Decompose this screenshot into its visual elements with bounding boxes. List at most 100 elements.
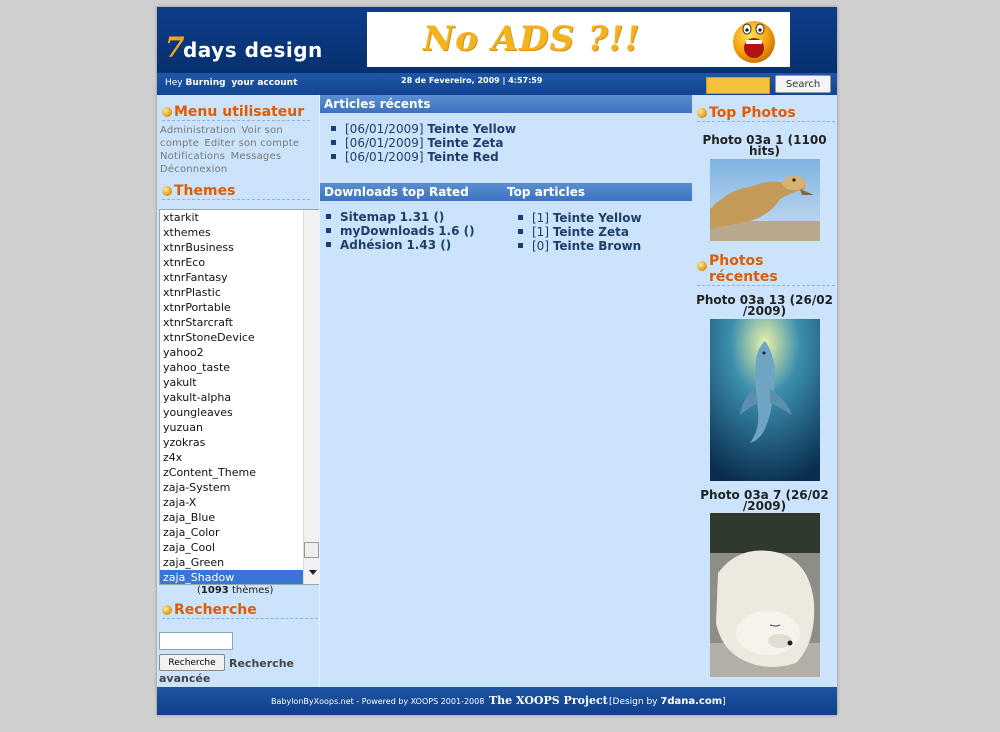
theme-option[interactable]: xtnrBusiness	[160, 240, 320, 255]
design-prefix: [Design by	[609, 697, 658, 707]
username: Burning	[185, 78, 226, 88]
account-link[interactable]: your account	[231, 78, 297, 88]
theme-option[interactable]: yuzuan	[160, 420, 320, 435]
list-item[interactable]: [1] Teinte Zeta	[518, 225, 642, 239]
site-logo[interactable]: 7days design	[165, 31, 323, 64]
usermenu-item-messages[interactable]: Messages	[231, 151, 282, 162]
xoops-project-link[interactable]: The XOOPS Project	[489, 694, 608, 707]
square-bullet-icon	[331, 140, 336, 145]
square-bullet-icon	[331, 154, 336, 159]
theme-option[interactable]: zaja_Color	[160, 525, 320, 540]
article-link[interactable]: Teinte Red	[427, 150, 498, 164]
orange-bullet-icon	[162, 186, 172, 196]
advanced-search-link-2[interactable]: avancée	[159, 672, 210, 685]
design-suffix: ]	[722, 697, 726, 707]
theme-option[interactable]: xtarkit	[160, 210, 320, 225]
top-photos-title: Top Photos	[697, 105, 835, 122]
theme-option[interactable]: zaja_Blue	[160, 510, 320, 525]
download-link[interactable]: Sitemap	[340, 210, 396, 224]
theme-option[interactable]: z4x	[160, 450, 320, 465]
themes-count: (1093 thèmes)	[197, 585, 273, 596]
square-bullet-icon	[326, 214, 331, 219]
downloads-list: Sitemap 1.31 () myDownloads 1.6 () Adhés…	[326, 210, 475, 252]
download-rating: 1.43 ()	[406, 238, 452, 252]
header-search-button[interactable]: Search	[775, 75, 831, 93]
greeting-text: Hey	[165, 78, 183, 88]
theme-option[interactable]: xtnrStoneDevice	[160, 330, 320, 345]
article-hits: [0]	[532, 239, 549, 253]
usermenu-item-administration[interactable]: Administration	[160, 125, 236, 136]
theme-option[interactable]: zaja_Cool	[160, 540, 320, 555]
top-articles-list: [1] Teinte Yellow [1] Teinte Zeta [0] Te…	[518, 211, 642, 253]
list-item[interactable]: [06/01/2009] Teinte Yellow	[331, 122, 516, 136]
article-hits: [1]	[532, 211, 549, 225]
download-link[interactable]: Adhésion	[340, 238, 403, 252]
list-item[interactable]: [06/01/2009] Teinte Zeta	[331, 136, 516, 150]
logo-text: days design	[182, 38, 323, 62]
download-link[interactable]: myDownloads	[340, 224, 434, 238]
orange-bullet-icon	[162, 107, 172, 117]
camel-photo[interactable]	[710, 159, 820, 241]
page: 7days design No ADS ?!! Hey Burning your…	[157, 7, 837, 715]
recent-photo-caption[interactable]: Photo 03a 7 (26/02 /2009)	[692, 489, 837, 512]
theme-option[interactable]: zaja_Shadow	[160, 570, 320, 584]
article-date: [06/01/2009]	[345, 150, 424, 164]
top-articles-header: Top articles	[503, 183, 692, 201]
theme-option[interactable]: zaja-System	[160, 480, 320, 495]
theme-option[interactable]: zContent_Theme	[160, 465, 320, 480]
list-item[interactable]: Adhésion 1.43 ()	[326, 238, 475, 252]
article-link[interactable]: Teinte Zeta	[553, 225, 629, 239]
main-content: Articles récents [06/01/2009] Teinte Yel…	[319, 95, 693, 687]
banner-text: No ADS ?!!	[423, 19, 641, 59]
theme-option[interactable]: xtnrEco	[160, 255, 320, 270]
theme-option[interactable]: zaja_Green	[160, 555, 320, 570]
top-photos-title-text: Top Photos	[709, 105, 796, 121]
header: 7days design No ADS ?!!	[157, 7, 837, 73]
list-item[interactable]: [0] Teinte Brown	[518, 239, 642, 253]
recherche-title: Recherche	[162, 602, 318, 619]
theme-option[interactable]: yahoo2	[160, 345, 320, 360]
theme-option[interactable]: yzokras	[160, 435, 320, 450]
theme-option[interactable]: xtnrPlastic	[160, 285, 320, 300]
themes-title-text: Themes	[174, 183, 236, 199]
theme-option[interactable]: youngleaves	[160, 405, 320, 420]
article-link[interactable]: Teinte Yellow	[427, 122, 516, 136]
usermenu-item-deconnexion[interactable]: Déconnexion	[160, 164, 227, 175]
theme-option[interactable]: xtnrStarcraft	[160, 315, 320, 330]
theme-option[interactable]: zaja-X	[160, 495, 320, 510]
header-search-input[interactable]	[706, 77, 770, 94]
theme-option[interactable]: xtnrFantasy	[160, 270, 320, 285]
article-link[interactable]: Teinte Brown	[553, 239, 641, 253]
list-item[interactable]: [06/01/2009] Teinte Red	[331, 150, 516, 164]
search-button[interactable]: Recherche	[159, 654, 225, 671]
list-item[interactable]: Sitemap 1.31 ()	[326, 210, 475, 224]
design-credit: [Design by 7dana.com]	[609, 696, 726, 707]
article-date: [06/01/2009]	[345, 122, 424, 136]
orange-bullet-icon	[697, 108, 707, 118]
ad-banner[interactable]: No ADS ?!!	[367, 12, 790, 67]
advanced-search-link[interactable]: Recherche	[229, 657, 294, 670]
design-by-link[interactable]: 7dana.com	[660, 696, 722, 707]
article-link[interactable]: Teinte Zeta	[427, 136, 503, 150]
polar-bear-photo[interactable]	[710, 513, 820, 677]
themes-listbox[interactable]: xtarkit xthemes xtnrBusiness xtnrEco xtnrFan…	[159, 209, 321, 585]
scroll-down-arrow-icon[interactable]	[309, 570, 317, 575]
themes-scrollbar[interactable]	[303, 210, 320, 584]
recent-photos-title: Photos récentes	[697, 253, 835, 286]
top-photo-caption[interactable]: Photo 03a 1 (1100 hits)	[692, 134, 837, 157]
article-link[interactable]: Teinte Yellow	[553, 211, 642, 225]
list-item[interactable]: [1] Teinte Yellow	[518, 211, 642, 225]
scroll-thumb[interactable]	[304, 542, 319, 558]
theme-option[interactable]: xtnrPortable	[160, 300, 320, 315]
recent-photo-caption[interactable]: Photo 03a 13 (26/02 /2009)	[692, 294, 837, 317]
themes-title: Themes	[162, 183, 310, 200]
theme-option[interactable]: xthemes	[160, 225, 320, 240]
theme-option[interactable]: yakult	[160, 375, 320, 390]
theme-option[interactable]: yakult-alpha	[160, 390, 320, 405]
dolphin-photo[interactable]	[710, 319, 820, 481]
theme-option[interactable]: yahoo_taste	[160, 360, 320, 375]
usermenu-item-notifications[interactable]: Notifications	[160, 151, 225, 162]
usermenu-item-editer-compte[interactable]: Editer son compte	[204, 138, 299, 149]
search-input[interactable]	[159, 632, 233, 650]
list-item[interactable]: myDownloads 1.6 ()	[326, 224, 475, 238]
